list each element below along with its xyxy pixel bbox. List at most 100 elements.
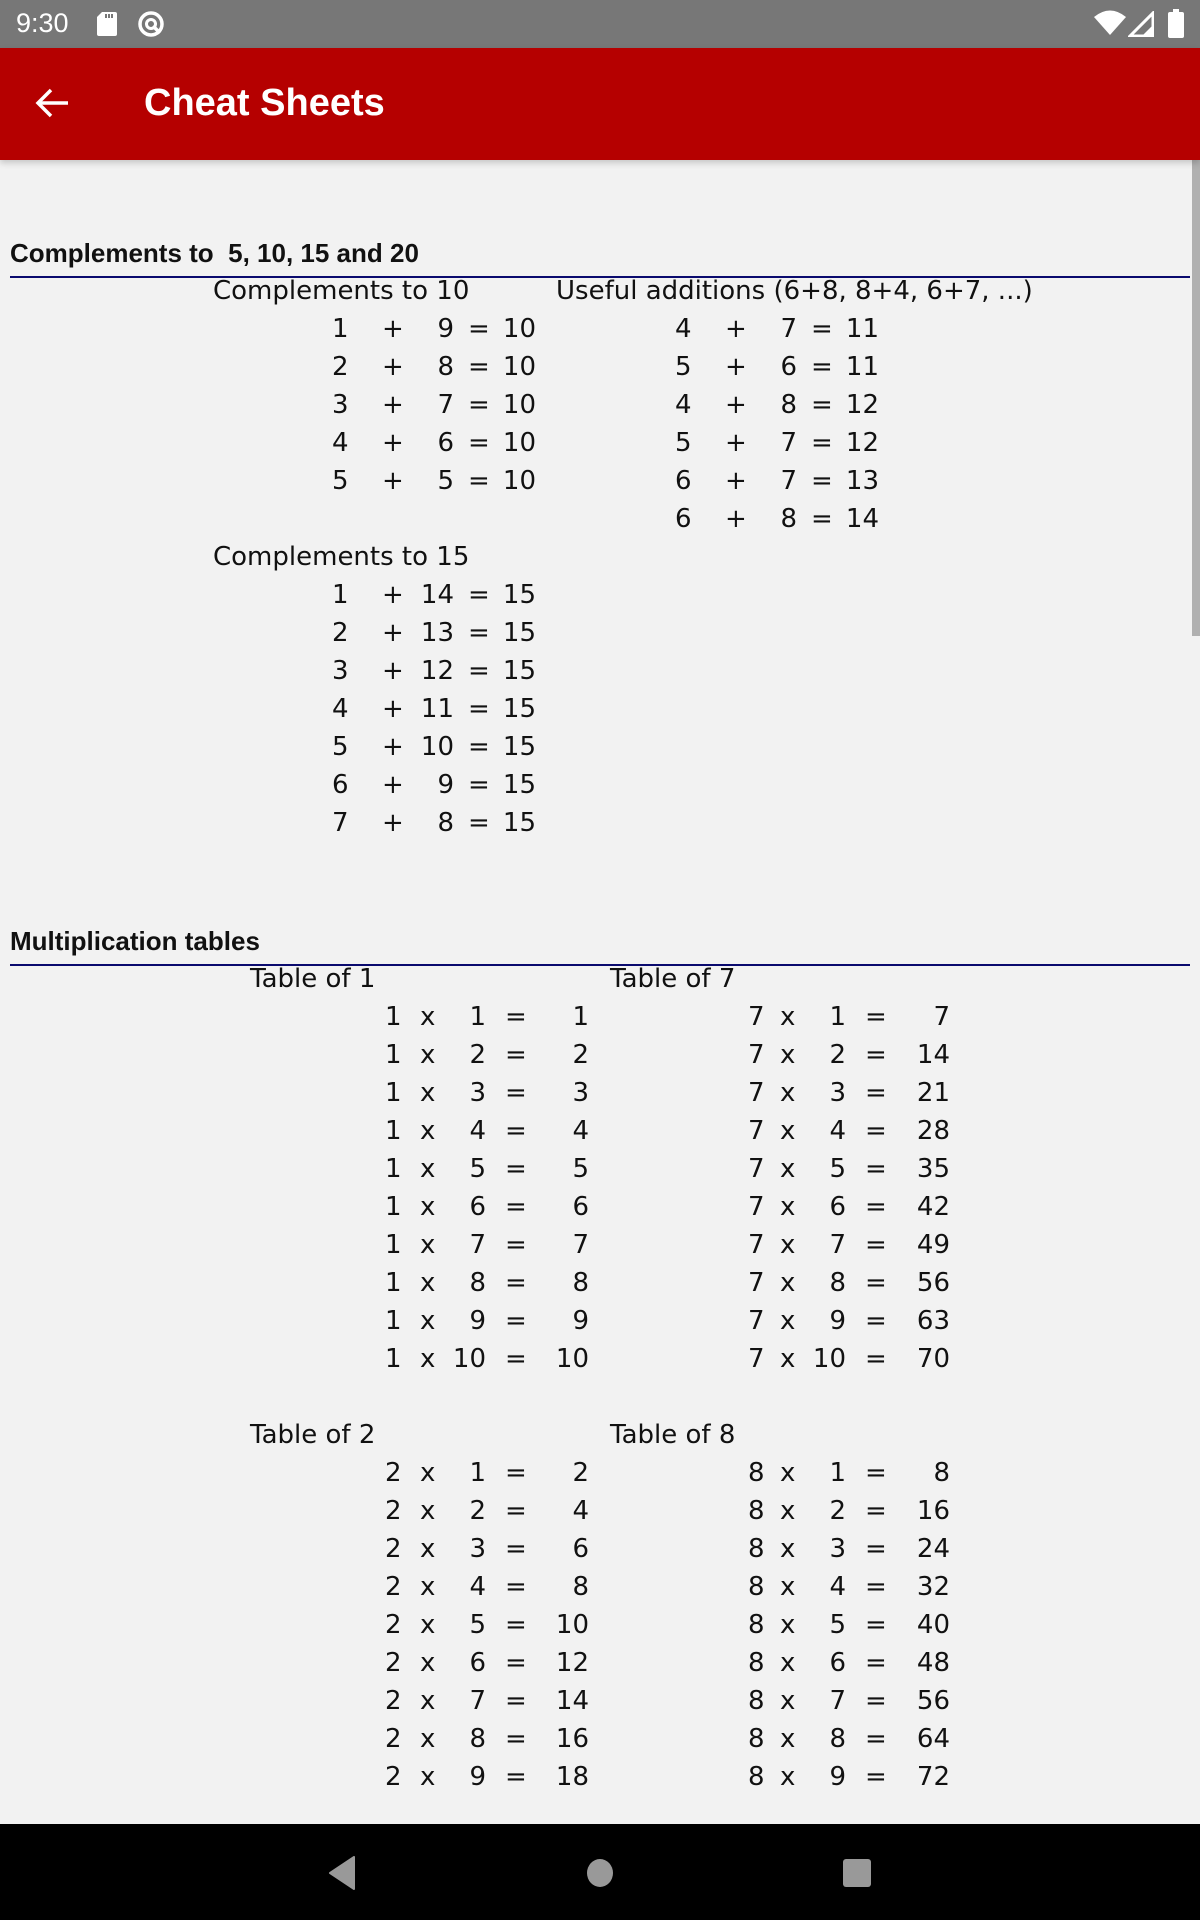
equals-sign: = <box>865 1154 887 1184</box>
operand-a: 8 <box>748 1762 765 1792</box>
equals-sign: = <box>865 1724 887 1754</box>
equals-sign: = <box>865 1078 887 1108</box>
cheat-sheet-content[interactable]: Complements to 5, 10, 15 and 20 Complemen… <box>0 160 1200 1824</box>
operand-a: 8 <box>748 1610 765 1640</box>
equals-sign: = <box>865 1762 887 1792</box>
result: 64 <box>916 1724 950 1754</box>
equation-row: 8 x 2 = 16 <box>0 1496 1200 1534</box>
operand-a: 7 <box>748 1116 765 1146</box>
section-divider <box>10 964 1190 966</box>
nav-home-icon[interactable] <box>586 1858 614 1888</box>
result: 14 <box>845 504 879 534</box>
operand-a: 4 <box>332 694 349 724</box>
operand-b: 9 <box>829 1306 846 1336</box>
wifi-icon <box>1094 10 1126 35</box>
operand-a: 5 <box>675 428 692 458</box>
group-title: Useful additions (6+8, 8+4, 6+7, ...) <box>556 276 1033 306</box>
back-arrow-icon[interactable] <box>28 78 78 128</box>
operand-a: 7 <box>748 1306 765 1336</box>
operator: x <box>780 1344 796 1374</box>
equation-row: 8 x 9 = 72 <box>0 1762 1200 1800</box>
operand-a: 6 <box>675 466 692 496</box>
result: 15 <box>502 694 536 724</box>
result: 8 <box>933 1458 950 1488</box>
operator: x <box>780 1534 796 1564</box>
equation-row: 6 +7 = 13 <box>0 466 1200 504</box>
equals-sign: = <box>811 314 833 344</box>
equals-sign: = <box>468 732 490 762</box>
operand-a: 6 <box>675 504 692 534</box>
operand-a: 8 <box>748 1724 765 1754</box>
result: 7 <box>933 1002 950 1032</box>
operator: + <box>382 580 404 610</box>
operand-a: 7 <box>748 1344 765 1374</box>
equation-row: 7 x 4 = 28 <box>0 1116 1200 1154</box>
operator: x <box>780 1040 796 1070</box>
operand-b: 13 <box>420 618 454 648</box>
result: 14 <box>916 1040 950 1070</box>
navigation-bar <box>0 1824 1200 1920</box>
operator: x <box>780 1458 796 1488</box>
operand-a: 3 <box>332 656 349 686</box>
equals-sign: = <box>865 1268 887 1298</box>
operator: + <box>725 466 747 496</box>
operator: + <box>382 694 404 724</box>
equation-row: 8 x 7 = 56 <box>0 1686 1200 1724</box>
section-title: Multiplication tables <box>10 926 260 956</box>
operator: x <box>780 1724 796 1754</box>
operand-b: 3 <box>829 1078 846 1108</box>
result: 70 <box>916 1344 950 1374</box>
operand-b: 6 <box>829 1192 846 1222</box>
operator: + <box>382 732 404 762</box>
result: 32 <box>916 1572 950 1602</box>
equals-sign: = <box>468 656 490 686</box>
result: 63 <box>916 1306 950 1336</box>
result: 42 <box>916 1192 950 1222</box>
equals-sign: = <box>468 580 490 610</box>
nav-recents-icon[interactable] <box>842 1858 872 1888</box>
operand-a: 7 <box>748 1154 765 1184</box>
equation-row: 4 +7 = 11 <box>0 314 1200 352</box>
operator: x <box>780 1572 796 1602</box>
equation-row: 7 x 9 = 63 <box>0 1306 1200 1344</box>
equation-row: 6 +9 = 15 <box>0 770 1200 808</box>
operand-b: 14 <box>420 580 454 610</box>
operand-b: 7 <box>829 1230 846 1260</box>
operand-b: 1 <box>829 1002 846 1032</box>
operand-b: 3 <box>829 1534 846 1564</box>
operand-b: 7 <box>780 314 797 344</box>
equals-sign: = <box>811 390 833 420</box>
equals-sign: = <box>468 694 490 724</box>
operand-b: 7 <box>780 466 797 496</box>
operand-b: 6 <box>829 1648 846 1678</box>
operand-b: 10 <box>812 1344 846 1374</box>
result: 15 <box>502 618 536 648</box>
equation-row: 1 +14 = 15 <box>0 580 1200 618</box>
equation-row: 7 x 7 = 49 <box>0 1230 1200 1268</box>
status-time: 9:30 <box>16 8 69 38</box>
operator: x <box>780 1230 796 1260</box>
result: 15 <box>502 580 536 610</box>
operand-a: 7 <box>748 1268 765 1298</box>
nav-back-icon[interactable] <box>328 1856 356 1890</box>
operand-b: 9 <box>829 1762 846 1792</box>
operand-a: 6 <box>332 770 349 800</box>
operand-a: 5 <box>675 352 692 382</box>
equation-row: 8 x 4 = 32 <box>0 1572 1200 1610</box>
operand-a: 7 <box>748 1040 765 1070</box>
operand-b: 7 <box>829 1686 846 1716</box>
operand-b: 1 <box>829 1458 846 1488</box>
operand-a: 4 <box>675 314 692 344</box>
equals-sign: = <box>865 1002 887 1032</box>
operator: x <box>780 1306 796 1336</box>
result: 11 <box>845 314 879 344</box>
group-title: Table of 2 <box>250 1420 376 1450</box>
page-title: Cheat Sheets <box>144 82 385 124</box>
equals-sign: = <box>865 1040 887 1070</box>
result: 15 <box>502 656 536 686</box>
operand-a: 8 <box>748 1534 765 1564</box>
operand-b: 4 <box>829 1116 846 1146</box>
operator: x <box>780 1192 796 1222</box>
operand-b: 2 <box>829 1496 846 1526</box>
sd-card-icon <box>97 12 117 36</box>
